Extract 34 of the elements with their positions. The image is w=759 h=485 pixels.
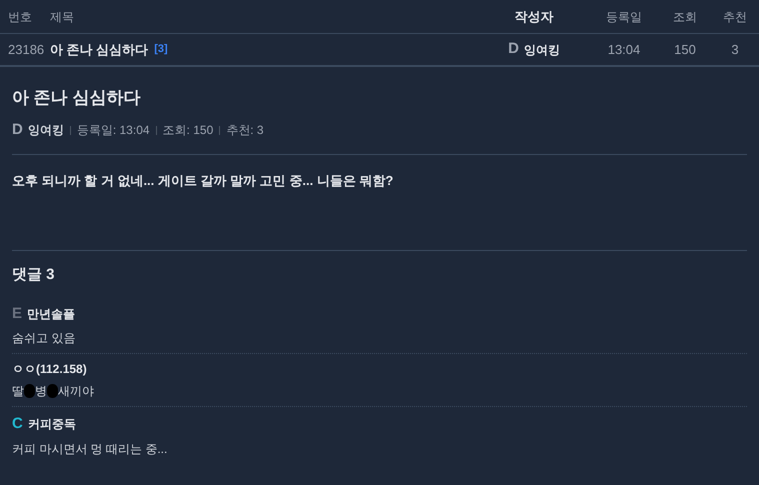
- comment-author: ㅇㅇ(112.158): [12, 361, 87, 378]
- comment-text: 커피 마시면서 멍 때리는 중...: [12, 440, 168, 458]
- redaction-mark: [24, 384, 35, 398]
- post-title-link[interactable]: 아 존나 심심하다: [50, 40, 148, 60]
- comment-author: 만년솔플: [27, 306, 76, 323]
- comments-heading: 댓글 3: [12, 266, 55, 282]
- post-title: 아 존나 심심하다: [12, 88, 140, 107]
- column-header: 번호: [8, 10, 32, 24]
- comment-count: [3]: [154, 42, 168, 58]
- grade-icon: C: [12, 413, 23, 436]
- view-count: 150: [674, 42, 696, 57]
- post-number: 23186: [8, 42, 44, 57]
- like-count: 3: [731, 42, 739, 57]
- comment-text: 새끼야: [58, 383, 94, 400]
- comment-text: 숨쉬고 있음: [12, 330, 76, 347]
- grade-icon: E: [12, 302, 22, 325]
- column-header: 추천: [723, 10, 747, 24]
- column-header: 제목: [50, 10, 74, 24]
- post-meta: 조회: 150: [162, 122, 214, 140]
- comment-author: 커피중독: [28, 416, 76, 434]
- author-name: 잉여킹: [524, 42, 560, 58]
- comment-text: 병: [35, 383, 47, 400]
- comment-text: 딸: [12, 383, 24, 400]
- post-meta: 등록일: 13:04: [76, 122, 150, 140]
- post-meta: 추천: 3: [226, 122, 264, 140]
- post-date: 13:04: [608, 42, 640, 57]
- column-header: 조회: [673, 10, 697, 24]
- grade-icon: D: [12, 119, 23, 142]
- redaction-mark: [47, 384, 58, 398]
- grade-icon: D: [508, 38, 519, 61]
- column-header: 작성자: [514, 8, 554, 24]
- author-name: 잉여킹: [28, 122, 64, 140]
- column-header: 등록일: [606, 10, 642, 24]
- post-body: 오후 되니까 할 거 없네... 게이트 갈까 말까 고민 중... 니들은 뭐함?: [12, 172, 394, 188]
